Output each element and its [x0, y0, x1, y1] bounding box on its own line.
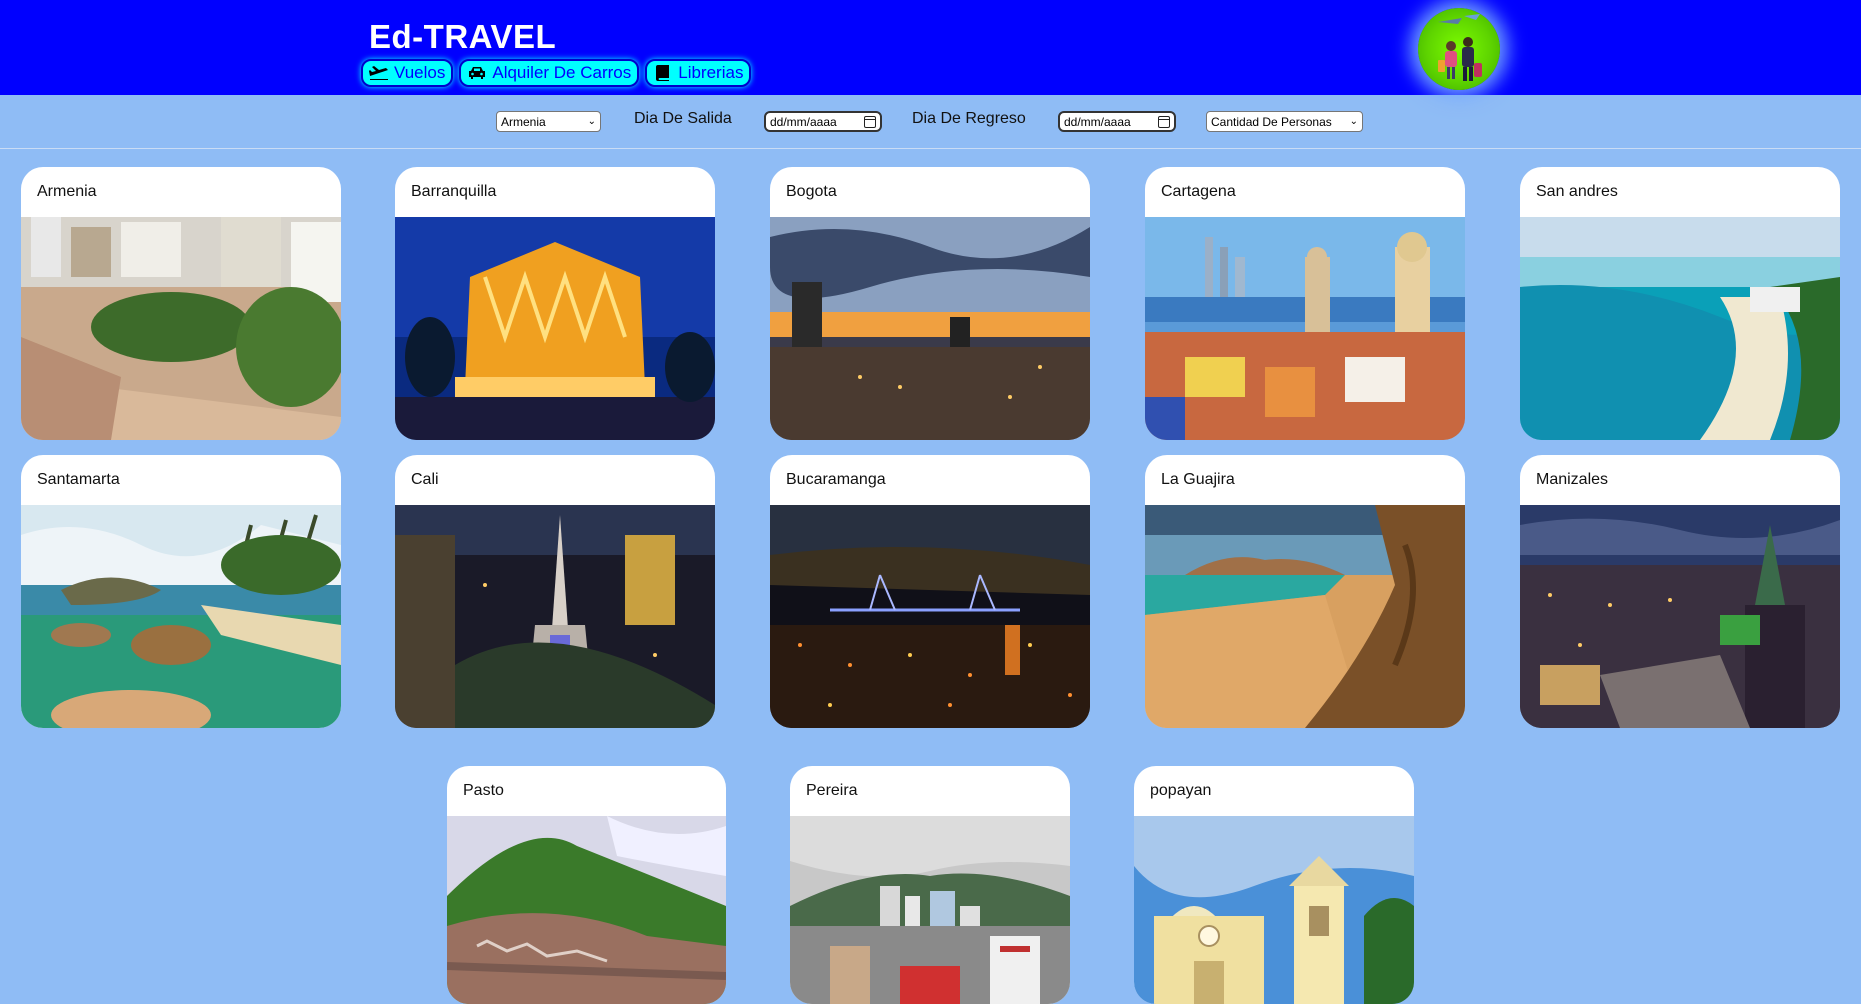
- people-count-value: Cantidad De Personas: [1211, 114, 1332, 129]
- city-card-title: Santamarta: [37, 471, 120, 488]
- chevron-down-icon: ⌄: [587, 116, 596, 127]
- city-photo-bogota: [770, 217, 1090, 440]
- nav-car-rental-label: Alquiler De Carros: [492, 63, 632, 82]
- city-photo-santamarta: [21, 505, 341, 728]
- chevron-down-icon: ⌄: [1349, 116, 1358, 127]
- city-card-title: popayan: [1150, 782, 1212, 799]
- city-card-title: Armenia: [37, 183, 97, 200]
- city-card-title: Manizales: [1536, 471, 1609, 488]
- city-card-armenia[interactable]: Armenia: [21, 167, 341, 440]
- city-select-value: Armenia: [501, 114, 546, 129]
- nav-libraries-button[interactable]: Librerias: [645, 59, 752, 87]
- city-photo-la-guajira: [1145, 505, 1465, 728]
- departure-date-input[interactable]: dd/mm/aaaa: [764, 111, 882, 132]
- city-card-pereira[interactable]: Pereira: [790, 766, 1070, 1004]
- departure-label: Dia De Salida: [634, 110, 732, 127]
- return-date-input[interactable]: dd/mm/aaaa: [1058, 111, 1176, 132]
- nav-flights-label: Vuelos: [394, 63, 446, 82]
- city-photo-cartagena: [1145, 217, 1465, 440]
- main-nav: Vuelos Alquiler De Carros Librerias: [361, 59, 752, 87]
- city-photo-pasto: [447, 816, 726, 1004]
- city-photo-cali: [395, 505, 715, 728]
- city-card-title: La Guajira: [1161, 471, 1235, 488]
- car-icon: [469, 67, 486, 79]
- city-card-title: Cartagena: [1161, 183, 1236, 200]
- nav-libraries-label: Librerias: [678, 63, 744, 82]
- city-photo-armenia: [21, 217, 341, 440]
- top-navigation-bar: Ed-TRAVEL Vuelos Alquiler De Carros Libr…: [0, 0, 1861, 95]
- city-photo-barranquilla: [395, 217, 715, 440]
- city-card-santamarta[interactable]: Santamarta: [21, 455, 341, 728]
- nav-car-rental-button[interactable]: Alquiler De Carros: [459, 59, 640, 87]
- city-card-bogota[interactable]: Bogota: [770, 167, 1090, 440]
- travelers-logo[interactable]: [1418, 8, 1500, 90]
- city-photo-pereira: [790, 816, 1070, 1004]
- departure-date-placeholder: dd/mm/aaaa: [770, 114, 837, 129]
- return-label: Dia De Regreso: [912, 110, 1026, 127]
- city-card-san-andres[interactable]: San andres: [1520, 167, 1840, 440]
- search-filters: Armenia ⌄ Dia De Salida dd/mm/aaaa Dia D…: [0, 95, 1861, 149]
- city-photo-manizales: [1520, 505, 1840, 728]
- book-icon: [656, 65, 670, 81]
- city-card-title: Pereira: [806, 782, 858, 799]
- calendar-icon[interactable]: [1158, 115, 1170, 128]
- plane-icon: [369, 66, 388, 80]
- city-card-title: Barranquilla: [411, 183, 497, 200]
- return-date-placeholder: dd/mm/aaaa: [1064, 114, 1131, 129]
- city-photo-san-andres: [1520, 217, 1840, 440]
- nav-flights-button[interactable]: Vuelos: [361, 59, 454, 87]
- city-card-popayan[interactable]: popayan: [1134, 766, 1414, 1004]
- city-photo-bucaramanga: [770, 505, 1090, 728]
- calendar-icon[interactable]: [864, 115, 876, 128]
- city-select[interactable]: Armenia ⌄: [496, 111, 601, 132]
- city-card-pasto[interactable]: Pasto: [447, 766, 726, 1004]
- city-card-bucaramanga[interactable]: Bucaramanga: [770, 455, 1090, 728]
- city-card-title: Bucaramanga: [786, 471, 886, 488]
- city-card-manizales[interactable]: Manizales: [1520, 455, 1840, 728]
- city-card-title: San andres: [1536, 183, 1618, 200]
- people-count-select[interactable]: Cantidad De Personas ⌄: [1206, 111, 1363, 132]
- city-card-cali[interactable]: Cali: [395, 455, 715, 728]
- city-photo-popayan: [1134, 816, 1414, 1004]
- city-card-la-guajira[interactable]: La Guajira: [1145, 455, 1465, 728]
- brand-title[interactable]: Ed-TRAVEL: [369, 18, 556, 56]
- city-card-cartagena[interactable]: Cartagena: [1145, 167, 1465, 440]
- city-card-title: Cali: [411, 471, 439, 488]
- city-card-title: Bogota: [786, 183, 837, 200]
- city-card-barranquilla[interactable]: Barranquilla: [395, 167, 715, 440]
- city-card-title: Pasto: [463, 782, 504, 799]
